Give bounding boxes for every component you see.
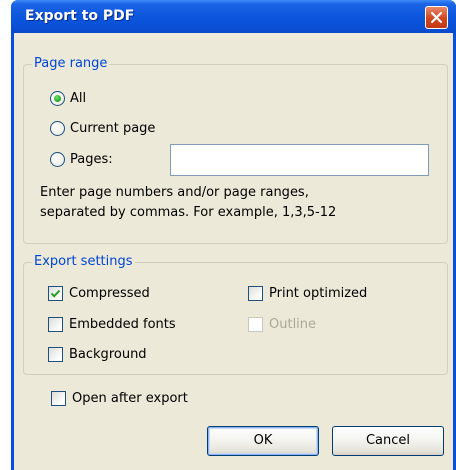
- background-label[interactable]: Background: [69, 347, 147, 363]
- cancel-button[interactable]: Cancel: [332, 426, 444, 456]
- close-button[interactable]: [425, 6, 448, 29]
- compressed-checkbox[interactable]: [48, 286, 63, 301]
- print-optimized-checkbox[interactable]: [248, 286, 263, 301]
- close-icon: [430, 11, 443, 24]
- export-settings-legend: Export settings: [32, 254, 135, 270]
- radio-current-page[interactable]: [50, 121, 65, 136]
- radio-pages[interactable]: [50, 152, 65, 167]
- hint-line-1: Enter page numbers and/or page ranges,: [40, 185, 309, 200]
- dialog-body: Page range All Current page Pages: Enter…: [14, 33, 453, 470]
- open-after-export-checkbox[interactable]: [51, 391, 66, 406]
- checkmark-icon: [50, 289, 61, 298]
- embedded-fonts-checkbox[interactable]: [48, 317, 63, 332]
- export-dialog: Export to PDF Page range All Current pag…: [11, 0, 456, 470]
- ok-button[interactable]: OK: [207, 426, 319, 456]
- title-bar[interactable]: Export to PDF: [11, 0, 456, 33]
- embedded-fonts-label[interactable]: Embedded fonts: [69, 317, 176, 333]
- pages-input[interactable]: [170, 144, 429, 176]
- outline-label: Outline: [269, 317, 317, 332]
- radio-current-page-label[interactable]: Current page: [70, 121, 155, 137]
- radio-all-label[interactable]: All: [70, 91, 86, 107]
- page-range-legend: Page range: [32, 56, 110, 72]
- open-after-export-label[interactable]: Open after export: [72, 391, 188, 407]
- outline-checkbox: [248, 317, 263, 332]
- hint-line-2: separated by commas. For example, 1,3,5-…: [40, 205, 337, 220]
- print-optimized-label[interactable]: Print optimized: [269, 286, 367, 302]
- radio-pages-label[interactable]: Pages:: [70, 152, 113, 168]
- radio-selected-dot: [54, 95, 61, 102]
- page-range-hint: Enter page numbers and/or page ranges, s…: [40, 183, 336, 223]
- compressed-label[interactable]: Compressed: [69, 286, 150, 302]
- dialog-title: Export to PDF: [25, 8, 135, 24]
- background-checkbox[interactable]: [48, 347, 63, 362]
- radio-all[interactable]: [50, 91, 65, 106]
